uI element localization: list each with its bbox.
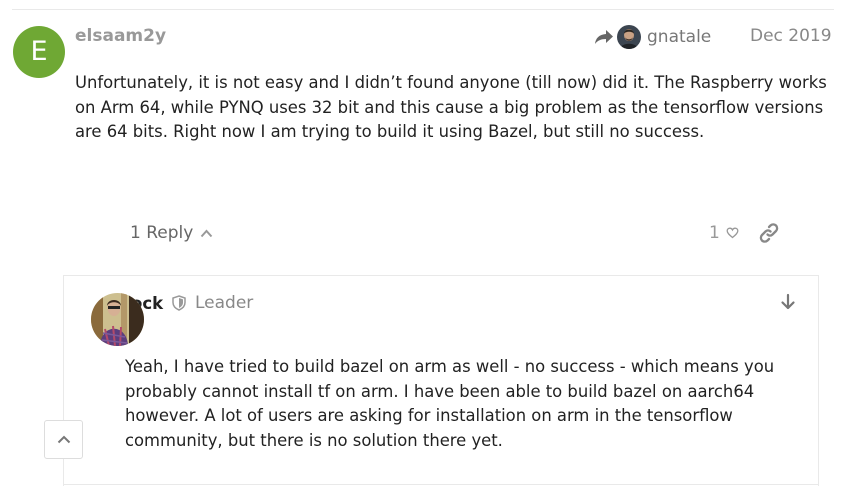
- author-username[interactable]: elsaam2y: [75, 26, 166, 46]
- chevron-up-icon: [57, 435, 70, 444]
- embedded-divider: [63, 484, 818, 485]
- top-divider: [12, 9, 834, 10]
- author-avatar[interactable]: E: [13, 26, 65, 78]
- user-title-badge: Leader: [195, 293, 254, 313]
- share-arrow-icon: [595, 30, 613, 44]
- heart-icon: [726, 227, 739, 239]
- show-replies-button[interactable]: 1 Reply: [130, 223, 213, 243]
- reply-to-tab[interactable]: gnatale: [594, 24, 711, 50]
- post-body: Unfortunately, it is not easy and I didn…: [75, 73, 827, 141]
- reply-to-avatar: [617, 25, 641, 49]
- embedded-reply-body: Yeah, I have tried to build bazel on arm…: [125, 357, 775, 450]
- shield-icon: [172, 295, 186, 311]
- chevron-up-icon: [201, 229, 213, 237]
- arrow-down-icon[interactable]: [779, 293, 797, 311]
- link-icon[interactable]: [758, 222, 780, 244]
- scroll-to-top-button[interactable]: [44, 420, 83, 459]
- replies-count-label: 1 Reply: [130, 223, 194, 243]
- embedded-avatar[interactable]: [91, 293, 144, 346]
- post-date[interactable]: Dec 2019: [750, 26, 832, 46]
- like-count: 1: [709, 223, 720, 243]
- like-button[interactable]: 1: [709, 223, 739, 243]
- reply-to-username: gnatale: [647, 27, 712, 47]
